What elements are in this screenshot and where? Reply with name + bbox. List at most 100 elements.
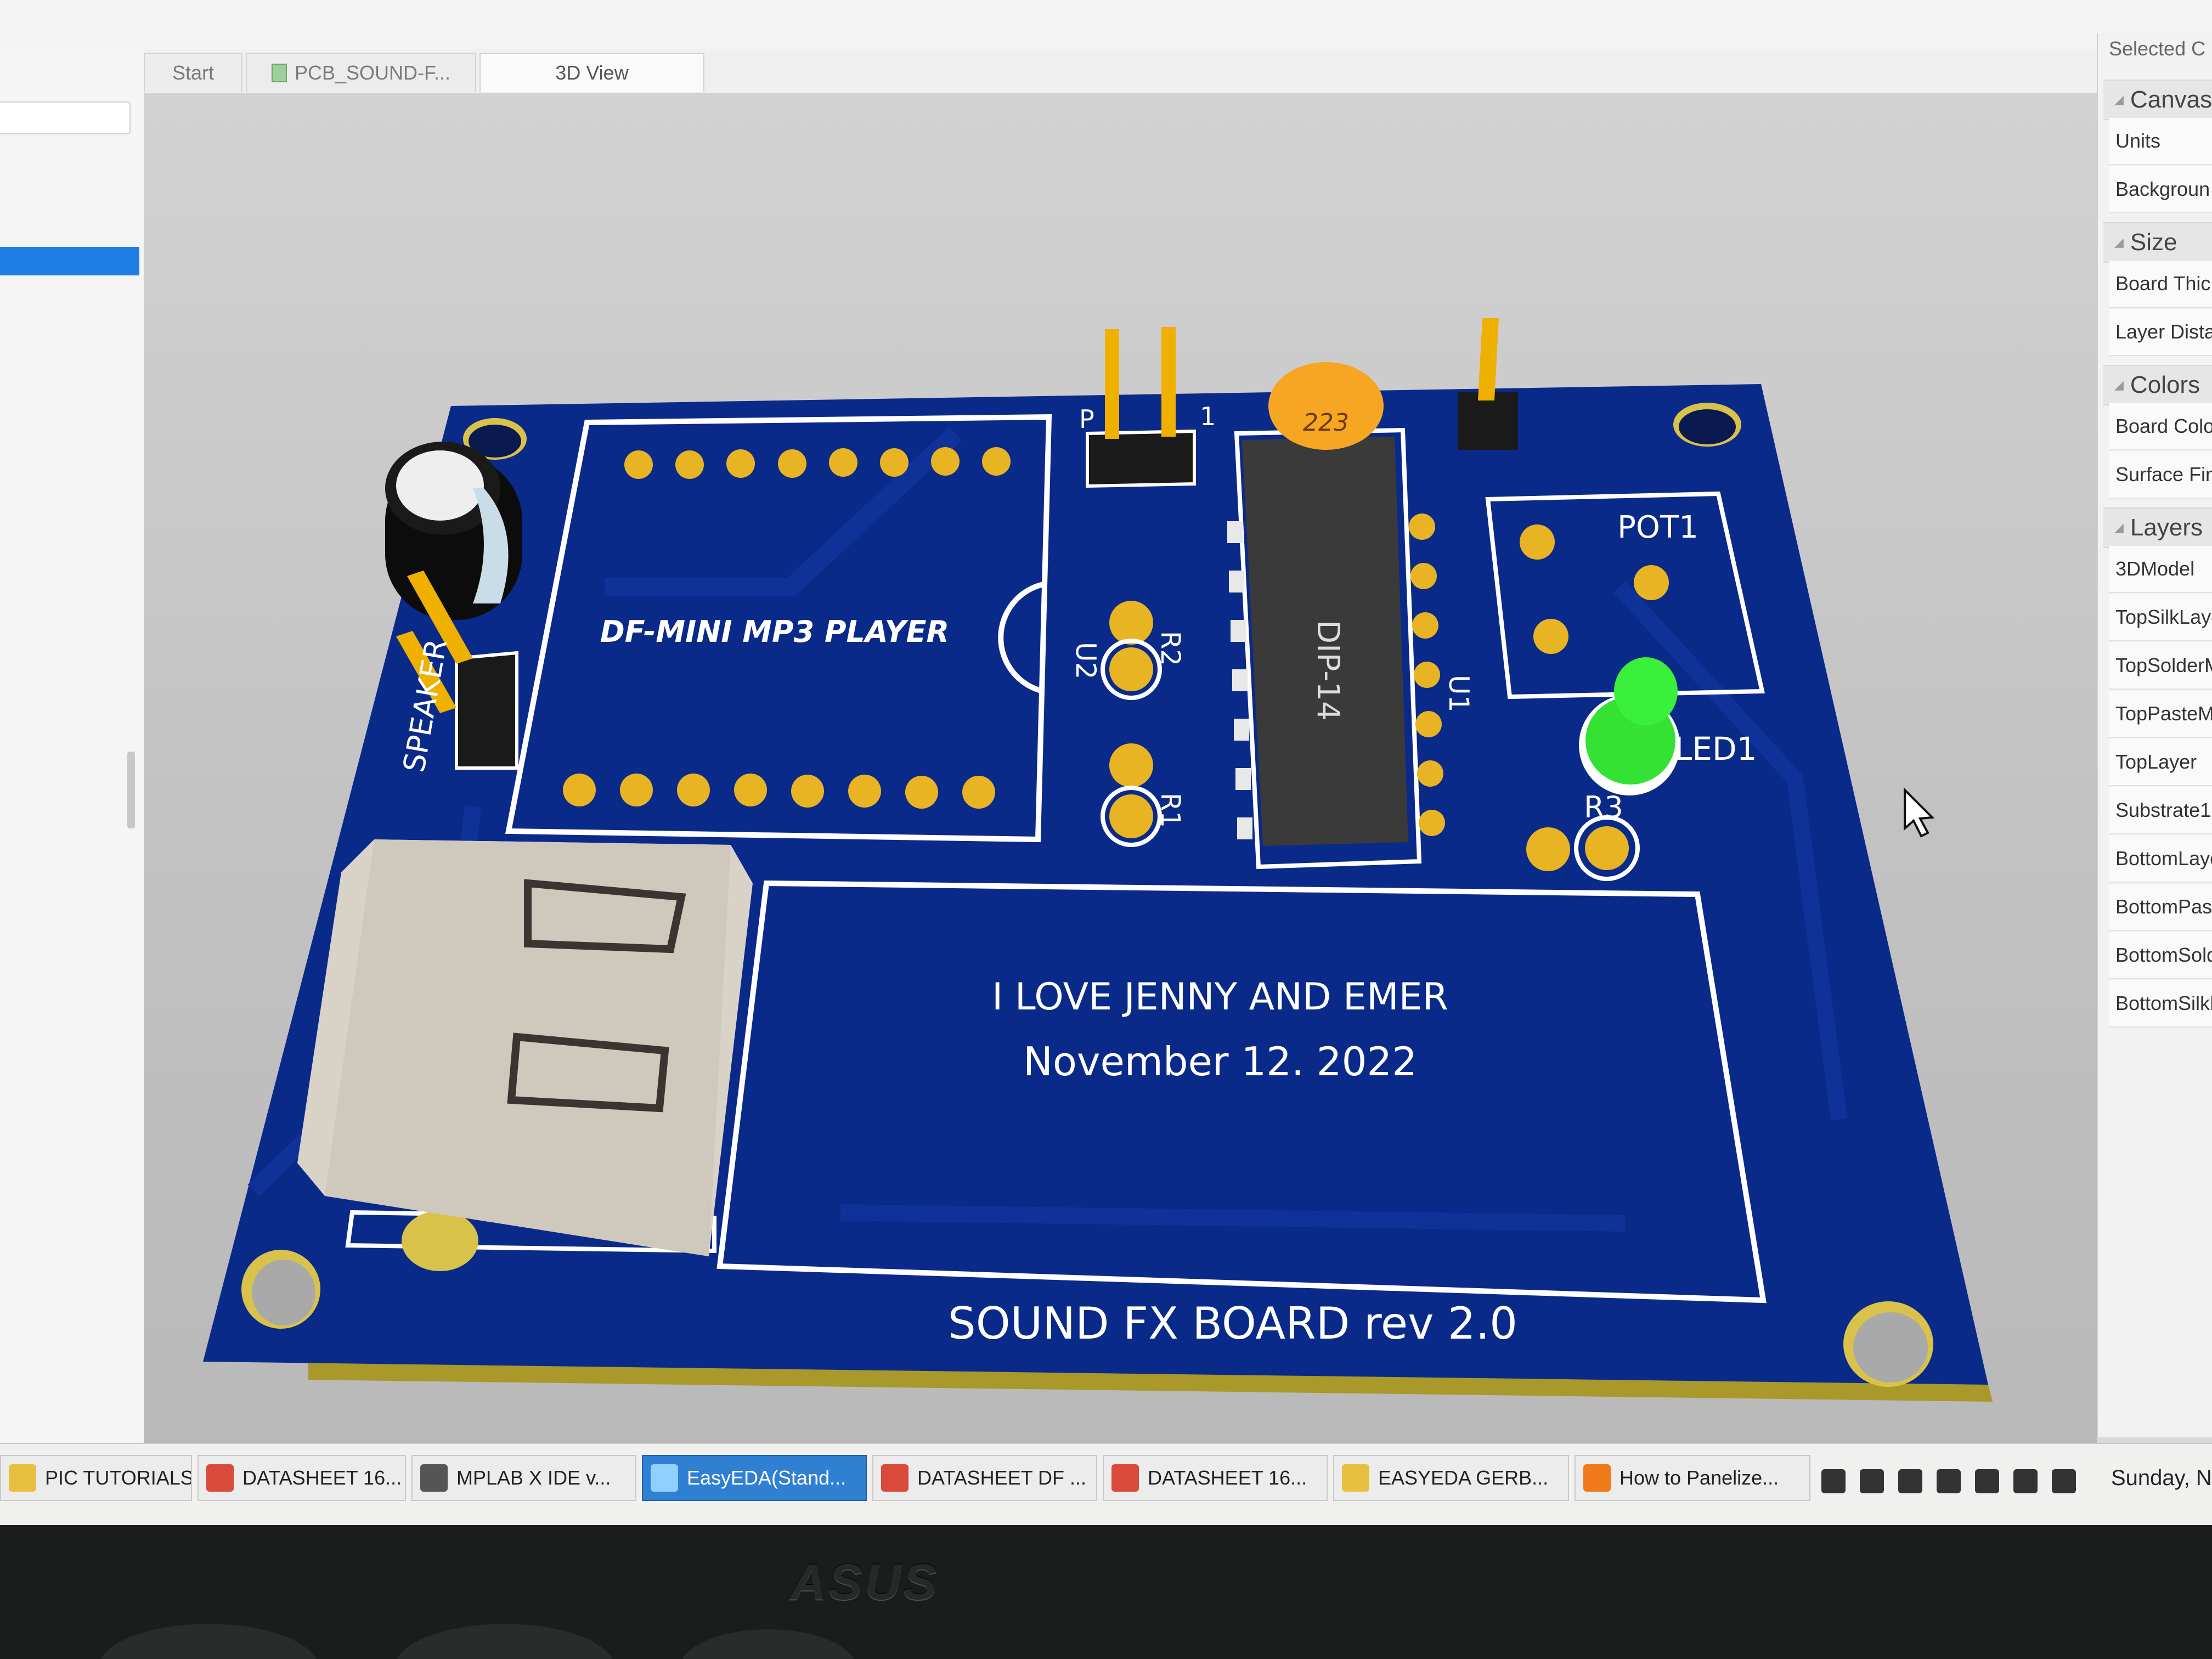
left-panel <box>0 49 145 1443</box>
section-layers[interactable]: ◢ Layers <box>2103 507 2212 548</box>
r2-label: R2 <box>1155 631 1186 666</box>
trace <box>840 1204 1626 1232</box>
layer-row[interactable]: BottomSilkL <box>2109 980 2212 1028</box>
system-tray <box>1821 1469 2090 1493</box>
task-datasheet-2[interactable]: DATASHEET 16... <box>1103 1455 1328 1501</box>
layer-row[interactable]: Substrate1 <box>2109 787 2212 834</box>
section-colors[interactable]: ◢ Colors <box>2103 365 2212 405</box>
prop-row[interactable]: Units <box>2109 118 2212 165</box>
layer-row[interactable]: TopSolderM <box>2109 642 2212 690</box>
task-datasheet-df[interactable]: DATASHEET DF ... <box>872 1455 1097 1501</box>
music-icon[interactable] <box>2013 1469 2038 1493</box>
folder-icon <box>9 1464 36 1492</box>
prop-label: Board Thic <box>2115 272 2211 295</box>
header-p1 <box>1086 429 1196 488</box>
layer-row[interactable]: TopSilkLaye <box>2109 594 2212 641</box>
prop-row[interactable]: Surface Fin <box>2109 452 2212 499</box>
left-panel-input[interactable] <box>0 101 131 134</box>
tab-bar: Start PCB_SOUND-F... 3D View <box>144 49 2097 94</box>
easyeda-icon <box>651 1464 678 1492</box>
tab-pcb-label: PCB_SOUND-F... <box>294 61 451 84</box>
task-label: DATASHEET DF ... <box>917 1466 1087 1489</box>
display-icon[interactable] <box>1821 1469 1846 1493</box>
section-title: Colors <box>2130 371 2200 398</box>
message-line-2: November 12. 2022 <box>1023 1039 1417 1085</box>
properties-panel: Selected C ◢ Canvas Units Backgroun ◢ Size… <box>2097 33 2212 1437</box>
task-label: EASYEDA GERB... <box>1378 1466 1549 1489</box>
r3-pad <box>1526 827 1570 871</box>
foreground-objects <box>101 1624 854 1659</box>
section-title: Canvas <box>2130 86 2212 113</box>
panel-resize-handle[interactable] <box>127 752 135 828</box>
task-panelize[interactable]: How to Panelize... <box>1575 1455 1810 1501</box>
r2-pad <box>1109 601 1153 645</box>
led1-label: LED1 <box>1674 730 1757 768</box>
tab-start-label: Start <box>172 61 215 84</box>
prop-label: Backgroun <box>2115 178 2210 200</box>
mouse-cursor <box>1904 787 1935 838</box>
taskbar: PIC TUTORIALS... DATASHEET 16... MPLAB X… <box>0 1443 2212 1526</box>
cap-code-label: 223 <box>1303 409 1349 437</box>
clock[interactable]: Sunday, N <box>2111 1466 2212 1491</box>
mplab-icon <box>420 1464 448 1492</box>
section-canvas[interactable]: ◢ Canvas <box>2103 80 2212 120</box>
prop-row[interactable]: Board Colo <box>2109 403 2212 450</box>
layer-label: TopSolderM <box>2115 654 2212 676</box>
collapse-icon: ◢ <box>2114 93 2124 106</box>
task-label: MPLAB X IDE v... <box>456 1466 611 1489</box>
user-icon[interactable] <box>1937 1469 1961 1493</box>
header-pin <box>1478 318 1499 400</box>
task-mplab[interactable]: MPLAB X IDE v... <box>411 1455 636 1501</box>
tab-3d-view[interactable]: 3D View <box>479 53 704 92</box>
r3-label: R3 <box>1584 790 1623 825</box>
panel-header: Selected C <box>2109 37 2206 60</box>
task-easyeda-gerber[interactable]: EASYEDA GERB... <box>1333 1455 1569 1501</box>
shield-icon[interactable] <box>1860 1469 1884 1493</box>
layer-label: BottomPast <box>2115 895 2212 918</box>
task-label: PIC TUTORIALS... <box>45 1466 192 1489</box>
task-datasheet-1[interactable]: DATASHEET 16... <box>198 1455 406 1501</box>
u2-label: U2 <box>1070 642 1102 679</box>
collapse-icon: ◢ <box>2114 235 2124 249</box>
layer-label: Substrate1 <box>2115 799 2211 821</box>
tab-3d-label: 3D View <box>555 61 629 84</box>
layer-row[interactable]: BottomPast <box>2109 884 2212 931</box>
folder-icon <box>1342 1464 1369 1492</box>
tab-start[interactable]: Start <box>144 53 242 92</box>
pcb-file-icon <box>271 64 287 82</box>
pdf-icon <box>1111 1464 1139 1492</box>
task-label: DATASHEET 16... <box>242 1466 402 1489</box>
layer-label: BottomSilkL <box>2115 992 2212 1014</box>
printer-icon[interactable] <box>1898 1469 1922 1493</box>
task-easyeda[interactable]: EasyEDA(Stand... <box>642 1455 867 1501</box>
prop-row[interactable]: Backgroun <box>2109 166 2212 213</box>
collapse-icon: ◢ <box>2114 521 2124 534</box>
layer-label: BottomLaye <box>2115 847 2212 870</box>
section-size[interactable]: ◢ Size <box>2103 222 2212 263</box>
layer-row[interactable]: TopPasteMa <box>2109 691 2212 738</box>
message-line-1: I LOVE JENNY AND EMER <box>992 975 1448 1019</box>
r1-pad <box>1109 743 1153 787</box>
prop-label: Layer Dista <box>2115 320 2212 343</box>
pdf-icon <box>881 1464 909 1492</box>
board-title: SOUND FX BOARD rev 2.0 <box>948 1298 1517 1349</box>
prop-row[interactable]: Board Thic <box>2109 261 2212 308</box>
layer-row[interactable]: 3DModel <box>2109 546 2212 593</box>
prop-label: Board Colo <box>2115 415 2212 437</box>
battery-icon[interactable] <box>2052 1469 2076 1493</box>
left-panel-selected-item[interactable] <box>0 247 139 275</box>
speaker-header <box>455 651 518 770</box>
layer-row[interactable]: BottomSolde <box>2109 932 2212 979</box>
prop-label: Units <box>2115 129 2161 152</box>
dip14-label: DIP-14 <box>1310 620 1346 721</box>
r1-label: R1 <box>1155 793 1186 828</box>
prop-row[interactable]: Layer Dista <box>2109 309 2212 356</box>
layer-label: TopLayer <box>2115 751 2197 773</box>
layer-row[interactable]: BottomLaye <box>2109 836 2212 883</box>
layer-row[interactable]: TopLayer <box>2109 739 2212 786</box>
tab-pcb-sound[interactable]: PCB_SOUND-F... <box>246 53 476 92</box>
pen-icon[interactable] <box>1975 1469 1999 1493</box>
3d-viewport[interactable]: DF-MINI MP3 PLAYER U2 R2 R1 P 1 DIP-14 U… <box>144 93 2097 1443</box>
task-pic-tutorials[interactable]: PIC TUTORIALS... <box>0 1455 192 1501</box>
collapse-icon: ◢ <box>2114 378 2124 392</box>
